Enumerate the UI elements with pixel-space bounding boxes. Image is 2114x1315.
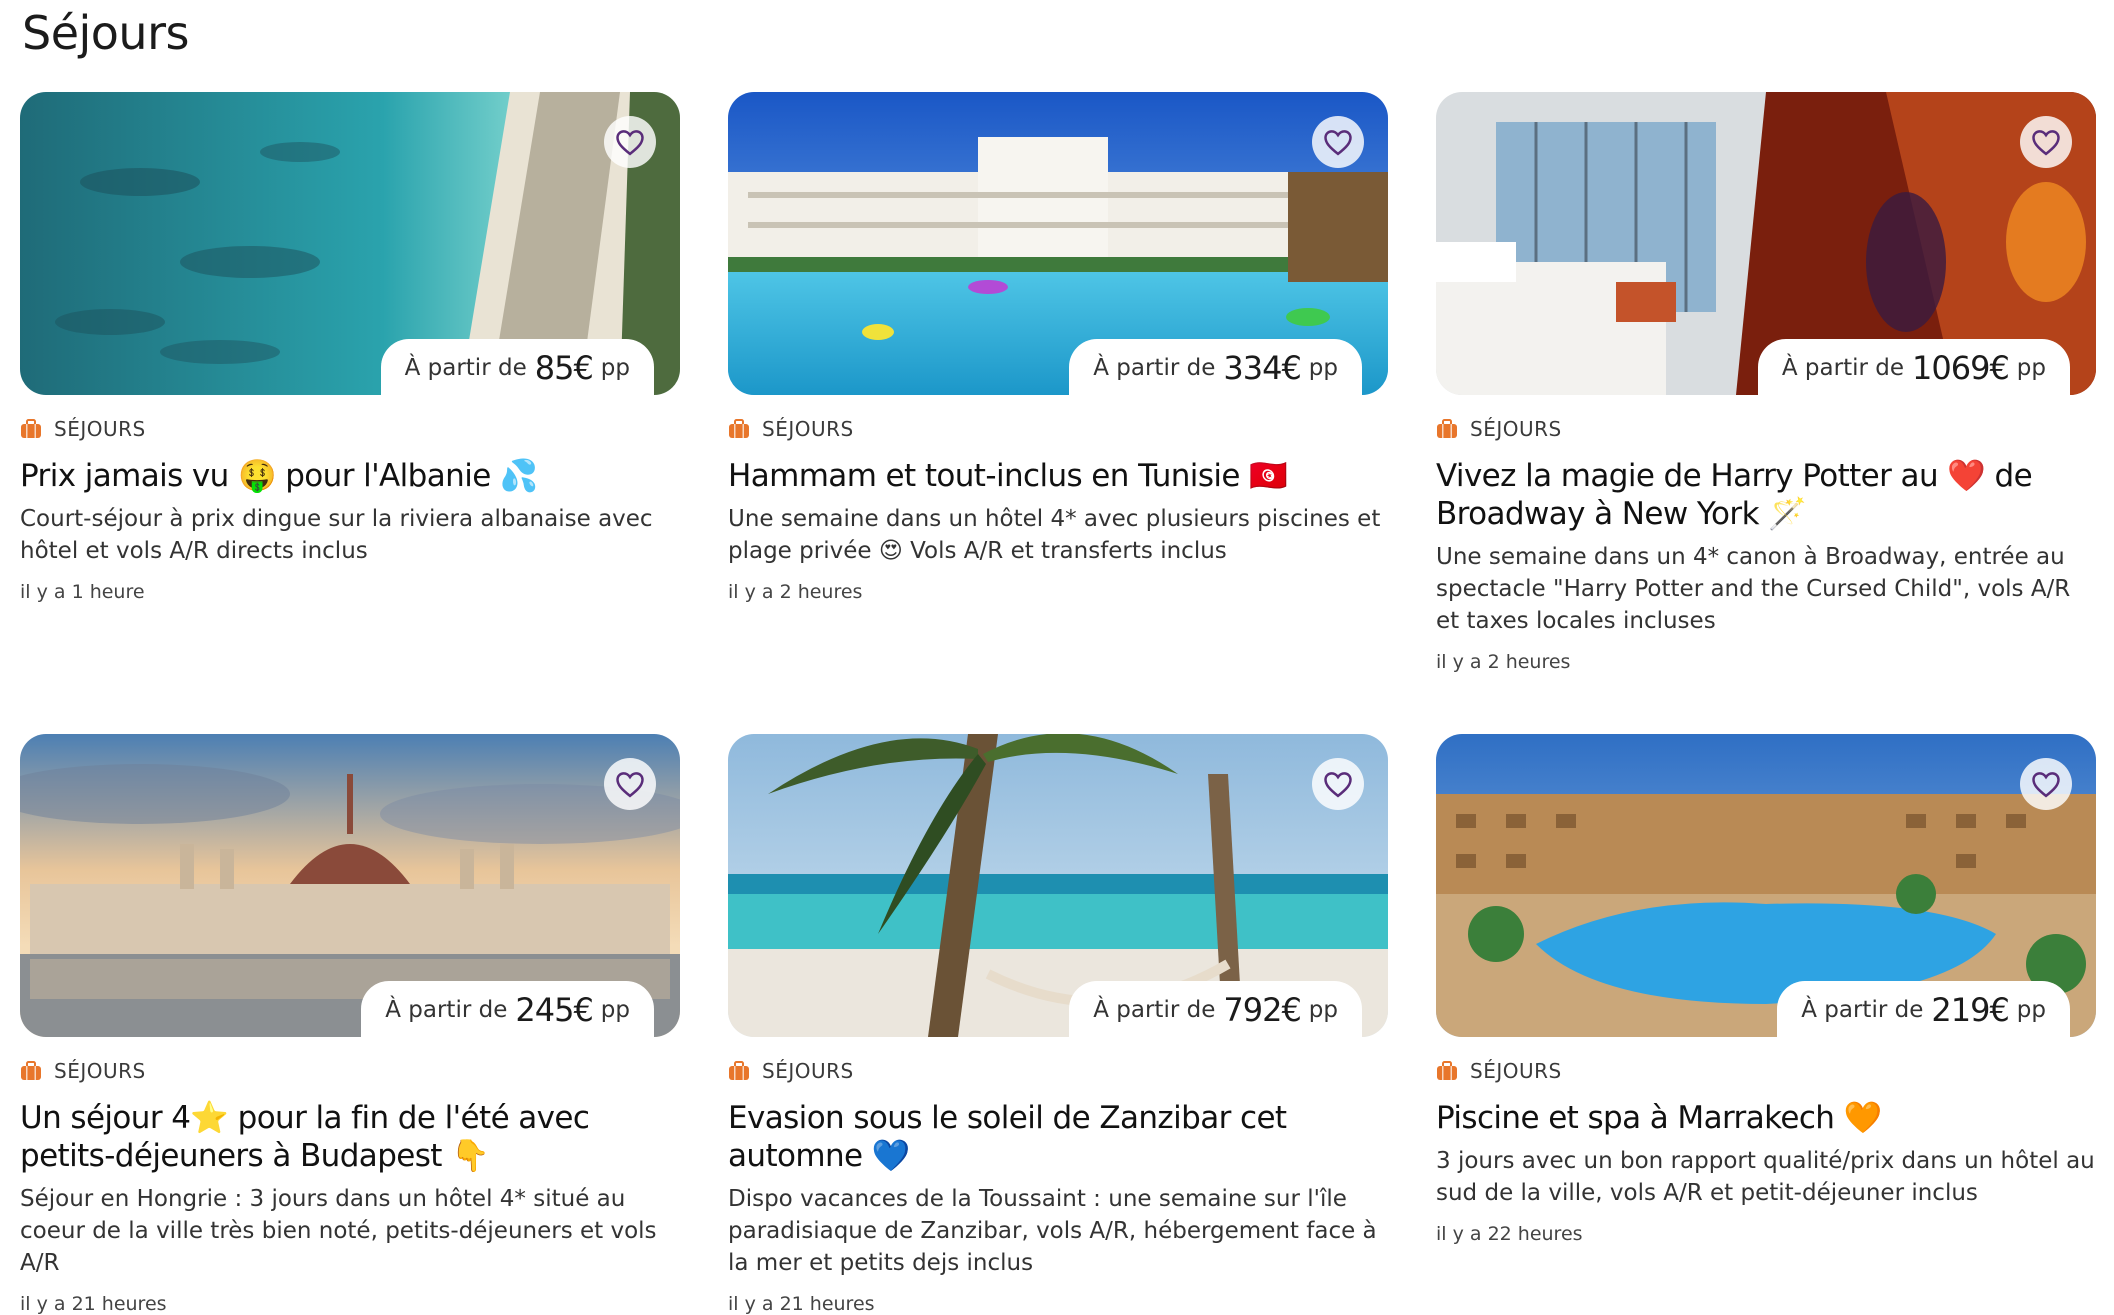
category-label: SÉJOURS xyxy=(728,1059,1388,1083)
price-prefix: À partir de xyxy=(1093,997,1216,1023)
suitcase-icon xyxy=(1437,1061,1457,1080)
deal-card-albania[interactable]: À partir de 85€ pp SÉJOURS Prix jamais v… xyxy=(20,92,680,734)
heart-icon xyxy=(616,130,644,156)
posted-time: il y a 21 heures xyxy=(728,1293,875,1315)
deal-title[interactable]: Prix jamais vu 🤑 pour l'Albanie 💦 xyxy=(20,457,680,495)
heart-icon xyxy=(1324,772,1352,798)
favorite-button[interactable] xyxy=(1312,758,1364,810)
deal-image[interactable]: À partir de 85€ pp xyxy=(20,92,680,395)
category-text: SÉJOURS xyxy=(54,417,146,441)
price-prefix: À partir de xyxy=(1093,355,1216,381)
price-amount: 85€ xyxy=(534,349,594,387)
deal-card-marrakech[interactable]: À partir de 219€ pp SÉJOURS Piscine et s… xyxy=(1436,734,2096,1294)
posted-time: il y a 1 heure xyxy=(20,581,145,603)
deal-card-budapest[interactable]: À partir de 245€ pp SÉJOURS Un séjour 4⭐… xyxy=(20,734,680,1315)
price-suffix: pp xyxy=(2016,997,2046,1023)
price-prefix: À partir de xyxy=(404,355,527,381)
heart-icon xyxy=(2032,130,2060,156)
suitcase-icon xyxy=(729,1061,749,1080)
posted-time: il y a 2 heures xyxy=(1436,651,1571,673)
suitcase-icon xyxy=(21,419,41,438)
category-text: SÉJOURS xyxy=(1470,1059,1562,1083)
deal-title[interactable]: Piscine et spa à Marrakech 🧡 xyxy=(1436,1099,2096,1137)
deal-description: Une semaine dans un hôtel 4* avec plusie… xyxy=(728,506,1381,564)
deal-description: 3 jours avec un bon rapport qualité/prix… xyxy=(1436,1148,2095,1206)
category-text: SÉJOURS xyxy=(1470,417,1562,441)
suitcase-icon xyxy=(21,1061,41,1080)
posted-time: il y a 21 heures xyxy=(20,1293,167,1315)
favorite-button[interactable] xyxy=(1312,116,1364,168)
deal-image[interactable]: À partir de 792€ pp xyxy=(728,734,1388,1037)
category-text: SÉJOURS xyxy=(54,1059,146,1083)
favorite-button[interactable] xyxy=(2020,116,2072,168)
category-label: SÉJOURS xyxy=(728,417,1388,441)
price-suffix: pp xyxy=(1308,355,1338,381)
favorite-button[interactable] xyxy=(2020,758,2072,810)
category-label: SÉJOURS xyxy=(20,417,680,441)
deal-title[interactable]: Evasion sous le soleil de Zanzibar cet a… xyxy=(728,1099,1388,1175)
deal-description: Dispo vacances de la Toussaint : une sem… xyxy=(728,1186,1377,1276)
price-prefix: À partir de xyxy=(1781,355,1904,381)
favorite-button[interactable] xyxy=(604,758,656,810)
category-label: SÉJOURS xyxy=(1436,1059,2096,1083)
deal-title[interactable]: Vivez la magie de Harry Potter au ❤️ de … xyxy=(1436,457,2096,533)
category-label: SÉJOURS xyxy=(1436,417,2096,441)
deal-description: Séjour en Hongrie : 3 jours dans un hôte… xyxy=(20,1186,657,1276)
suitcase-icon xyxy=(1437,419,1457,438)
heart-icon xyxy=(2032,772,2060,798)
price-prefix: À partir de xyxy=(1801,997,1924,1023)
posted-time: il y a 2 heures xyxy=(728,581,863,603)
deal-card-new-york[interactable]: À partir de 1069€ pp SÉJOURS Vivez la ma… xyxy=(1436,92,2096,734)
category-text: SÉJOURS xyxy=(762,1059,854,1083)
price-amount: 219€ xyxy=(1931,991,2009,1029)
page-title: Séjours xyxy=(22,6,189,60)
price-badge: À partir de 1069€ pp xyxy=(1757,339,2070,395)
posted-time: il y a 22 heures xyxy=(1436,1223,1583,1245)
category-label: SÉJOURS xyxy=(20,1059,680,1083)
price-badge: À partir de 85€ pp xyxy=(380,339,654,395)
price-amount: 334€ xyxy=(1223,349,1301,387)
deals-grid: À partir de 85€ pp SÉJOURS Prix jamais v… xyxy=(20,92,2096,1315)
price-prefix: À partir de xyxy=(385,997,508,1023)
price-badge: À partir de 792€ pp xyxy=(1069,981,1362,1037)
price-suffix: pp xyxy=(1308,997,1338,1023)
heart-icon xyxy=(1324,130,1352,156)
deal-description: Court-séjour à prix dingue sur la rivier… xyxy=(20,506,653,564)
deal-image[interactable]: À partir de 245€ pp xyxy=(20,734,680,1037)
price-suffix: pp xyxy=(600,997,630,1023)
price-amount: 245€ xyxy=(515,991,593,1029)
price-badge: À partir de 219€ pp xyxy=(1777,981,2070,1037)
deal-card-zanzibar[interactable]: À partir de 792€ pp SÉJOURS Evasion sous… xyxy=(728,734,1388,1315)
category-text: SÉJOURS xyxy=(762,417,854,441)
favorite-button[interactable] xyxy=(604,116,656,168)
price-amount: 1069€ xyxy=(1912,349,2010,387)
price-suffix: pp xyxy=(2016,355,2046,381)
deal-description: Une semaine dans un 4* canon à Broadway,… xyxy=(1436,544,2071,634)
price-badge: À partir de 334€ pp xyxy=(1069,339,1362,395)
deal-image[interactable]: À partir de 219€ pp xyxy=(1436,734,2096,1037)
heart-icon xyxy=(616,772,644,798)
deal-image[interactable]: À partir de 334€ pp xyxy=(728,92,1388,395)
price-suffix: pp xyxy=(600,355,630,381)
price-amount: 792€ xyxy=(1223,991,1301,1029)
deal-image[interactable]: À partir de 1069€ pp xyxy=(1436,92,2096,395)
suitcase-icon xyxy=(729,419,749,438)
price-badge: À partir de 245€ pp xyxy=(361,981,654,1037)
deal-title[interactable]: Hammam et tout-inclus en Tunisie 🇹🇳 xyxy=(728,457,1388,495)
deal-card-tunisia[interactable]: À partir de 334€ pp SÉJOURS Hammam et to… xyxy=(728,92,1388,734)
deal-title[interactable]: Un séjour 4⭐️ pour la fin de l'été avec … xyxy=(20,1099,680,1175)
